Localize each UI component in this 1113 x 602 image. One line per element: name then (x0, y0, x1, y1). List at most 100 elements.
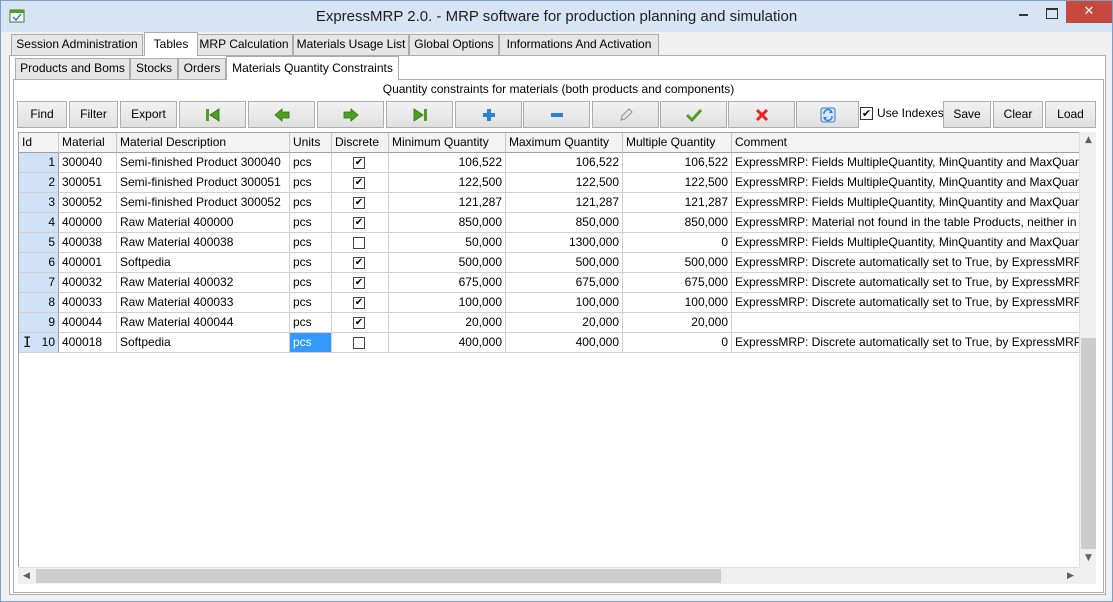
cell-discrete[interactable]: ✔ (332, 193, 389, 213)
table-row[interactable]: 9 400044 Raw Material 400044 pcs ✔ 20,000 20,0… (19, 313, 1096, 333)
cell-max-quantity[interactable]: 20,000 (506, 313, 623, 333)
cell-max-quantity[interactable]: 500,000 (506, 253, 623, 273)
cell-comment[interactable]: ExpressMRP: Fields MultipleQuantity, Min… (732, 193, 1096, 213)
minimize-button[interactable] (1009, 1, 1037, 23)
cell-id[interactable]: 5 (19, 233, 59, 253)
table-row[interactable]: I 10 400018 Softpedia pcs 400,000 400,000 0 Expr… (19, 333, 1096, 353)
horizontal-scroll-thumb[interactable] (36, 569, 721, 583)
cell-discrete[interactable]: ✔ (332, 253, 389, 273)
cell-max-quantity[interactable]: 122,500 (506, 173, 623, 193)
vertical-scrollbar[interactable]: ▲ ▼ (1079, 132, 1096, 567)
find-button[interactable]: Find (17, 101, 67, 128)
export-button[interactable]: Export (120, 101, 177, 128)
add-record-button[interactable] (455, 101, 522, 128)
tab-stocks[interactable]: Stocks (130, 58, 178, 79)
tab-session-administration[interactable]: Session Administration (11, 34, 143, 55)
table-row[interactable]: 5 400038 Raw Material 400038 pcs 50,000 1300,… (19, 233, 1096, 253)
cell-material[interactable]: 400001 (59, 253, 117, 273)
discrete-checkbox[interactable]: ✔ (353, 297, 365, 309)
cell-description[interactable]: Raw Material 400032 (117, 273, 290, 293)
cell-multiple-quantity[interactable]: 850,000 (623, 213, 732, 233)
next-record-button[interactable] (317, 101, 384, 128)
cell-min-quantity[interactable]: 500,000 (389, 253, 506, 273)
confirm-button[interactable] (660, 101, 727, 128)
cell-comment[interactable]: ExpressMRP: Material not found in the ta… (732, 213, 1096, 233)
tab-products-and-boms[interactable]: Products and Boms (15, 58, 130, 79)
column-header-discrete[interactable]: Discrete (332, 133, 389, 153)
scroll-left-icon[interactable]: ◀ (18, 568, 35, 585)
last-record-button[interactable] (386, 101, 453, 128)
column-header-max-quantity[interactable]: Maximum Quantity (506, 133, 623, 153)
cell-description[interactable]: Softpedia (117, 333, 290, 353)
horizontal-scrollbar[interactable]: ◀ ▶ (18, 567, 1079, 584)
cell-description[interactable]: Softpedia (117, 253, 290, 273)
cell-comment[interactable]: ExpressMRP: Discrete automatically set t… (732, 253, 1096, 273)
cell-units[interactable]: pcs (290, 153, 332, 173)
cell-units[interactable]: pcs (290, 313, 332, 333)
cell-discrete[interactable]: ✔ (332, 153, 389, 173)
cell-id[interactable]: 2 (19, 173, 59, 193)
first-record-button[interactable] (179, 101, 246, 128)
tab-tables[interactable]: Tables (144, 32, 198, 56)
clear-button[interactable]: Clear (993, 101, 1043, 128)
cancel-button[interactable] (728, 101, 795, 128)
cell-units[interactable]: pcs (290, 213, 332, 233)
cell-min-quantity[interactable]: 50,000 (389, 233, 506, 253)
cell-units[interactable]: pcs (290, 193, 332, 213)
cell-min-quantity[interactable]: 675,000 (389, 273, 506, 293)
cell-discrete[interactable] (332, 333, 389, 353)
cell-min-quantity[interactable]: 400,000 (389, 333, 506, 353)
cell-description[interactable]: Semi-finished Product 300052 (117, 193, 290, 213)
discrete-checkbox[interactable]: ✔ (353, 197, 365, 209)
cell-material[interactable]: 400000 (59, 213, 117, 233)
cell-multiple-quantity[interactable]: 106,522 (623, 153, 732, 173)
discrete-checkbox[interactable]: ✔ (353, 277, 365, 289)
column-header-multiple-quantity[interactable]: Multiple Quantity (623, 133, 732, 153)
discrete-checkbox[interactable] (353, 237, 365, 249)
cell-min-quantity[interactable]: 20,000 (389, 313, 506, 333)
discrete-checkbox[interactable]: ✔ (353, 317, 365, 329)
cell-multiple-quantity[interactable]: 100,000 (623, 293, 732, 313)
cell-multiple-quantity[interactable]: 20,000 (623, 313, 732, 333)
column-header-min-quantity[interactable]: Minimum Quantity (389, 133, 506, 153)
cell-max-quantity[interactable]: 100,000 (506, 293, 623, 313)
cell-multiple-quantity[interactable]: 500,000 (623, 253, 732, 273)
edit-record-button[interactable] (592, 101, 659, 128)
maximize-button[interactable] (1037, 1, 1065, 23)
column-header-comment[interactable]: Comment (732, 133, 1096, 153)
tab-informations-activation[interactable]: Informations And Activation (499, 34, 659, 55)
refresh-button[interactable] (796, 101, 859, 128)
table-row[interactable]: 7 400032 Raw Material 400032 pcs ✔ 675,000 675… (19, 273, 1096, 293)
cell-id[interactable]: 4 (19, 213, 59, 233)
table-row[interactable]: 1 300040 Semi-finished Product 300040 pcs ✔ 1… (19, 153, 1096, 173)
tab-global-options[interactable]: Global Options (409, 34, 499, 55)
discrete-checkbox[interactable]: ✔ (353, 157, 365, 169)
column-header-description[interactable]: Material Description (117, 133, 290, 153)
table-row[interactable]: 4 400000 Raw Material 400000 pcs ✔ 850,000 850… (19, 213, 1096, 233)
cell-min-quantity[interactable]: 121,287 (389, 193, 506, 213)
cell-material[interactable]: 400038 (59, 233, 117, 253)
cell-min-quantity[interactable]: 106,522 (389, 153, 506, 173)
remove-record-button[interactable] (523, 101, 590, 128)
scroll-right-icon[interactable]: ▶ (1062, 568, 1079, 585)
cell-min-quantity[interactable]: 850,000 (389, 213, 506, 233)
cell-max-quantity[interactable]: 106,522 (506, 153, 623, 173)
cell-comment[interactable]: ExpressMRP: Discrete automatically set t… (732, 273, 1096, 293)
tab-materials-quantity-constraints[interactable]: Materials Quantity Constraints (226, 56, 399, 80)
cell-min-quantity[interactable]: 100,000 (389, 293, 506, 313)
cell-comment[interactable]: ExpressMRP: Discrete automatically set t… (732, 293, 1096, 313)
cell-id[interactable]: 7 (19, 273, 59, 293)
cell-discrete[interactable]: ✔ (332, 173, 389, 193)
tab-mrp-calculation[interactable]: MRP Calculation (195, 34, 293, 55)
column-header-units[interactable]: Units (290, 133, 332, 153)
cell-units[interactable]: pcs (290, 293, 332, 313)
cell-min-quantity[interactable]: 122,500 (389, 173, 506, 193)
cell-multiple-quantity[interactable]: 121,287 (623, 193, 732, 213)
vertical-scroll-thumb[interactable] (1081, 338, 1096, 549)
column-header-material[interactable]: Material (59, 133, 117, 153)
cell-material[interactable]: 400018 (59, 333, 117, 353)
cell-max-quantity[interactable]: 850,000 (506, 213, 623, 233)
cell-units[interactable]: pcs (290, 233, 332, 253)
cell-multiple-quantity[interactable]: 675,000 (623, 273, 732, 293)
cell-id[interactable]: I 10 (19, 333, 59, 353)
